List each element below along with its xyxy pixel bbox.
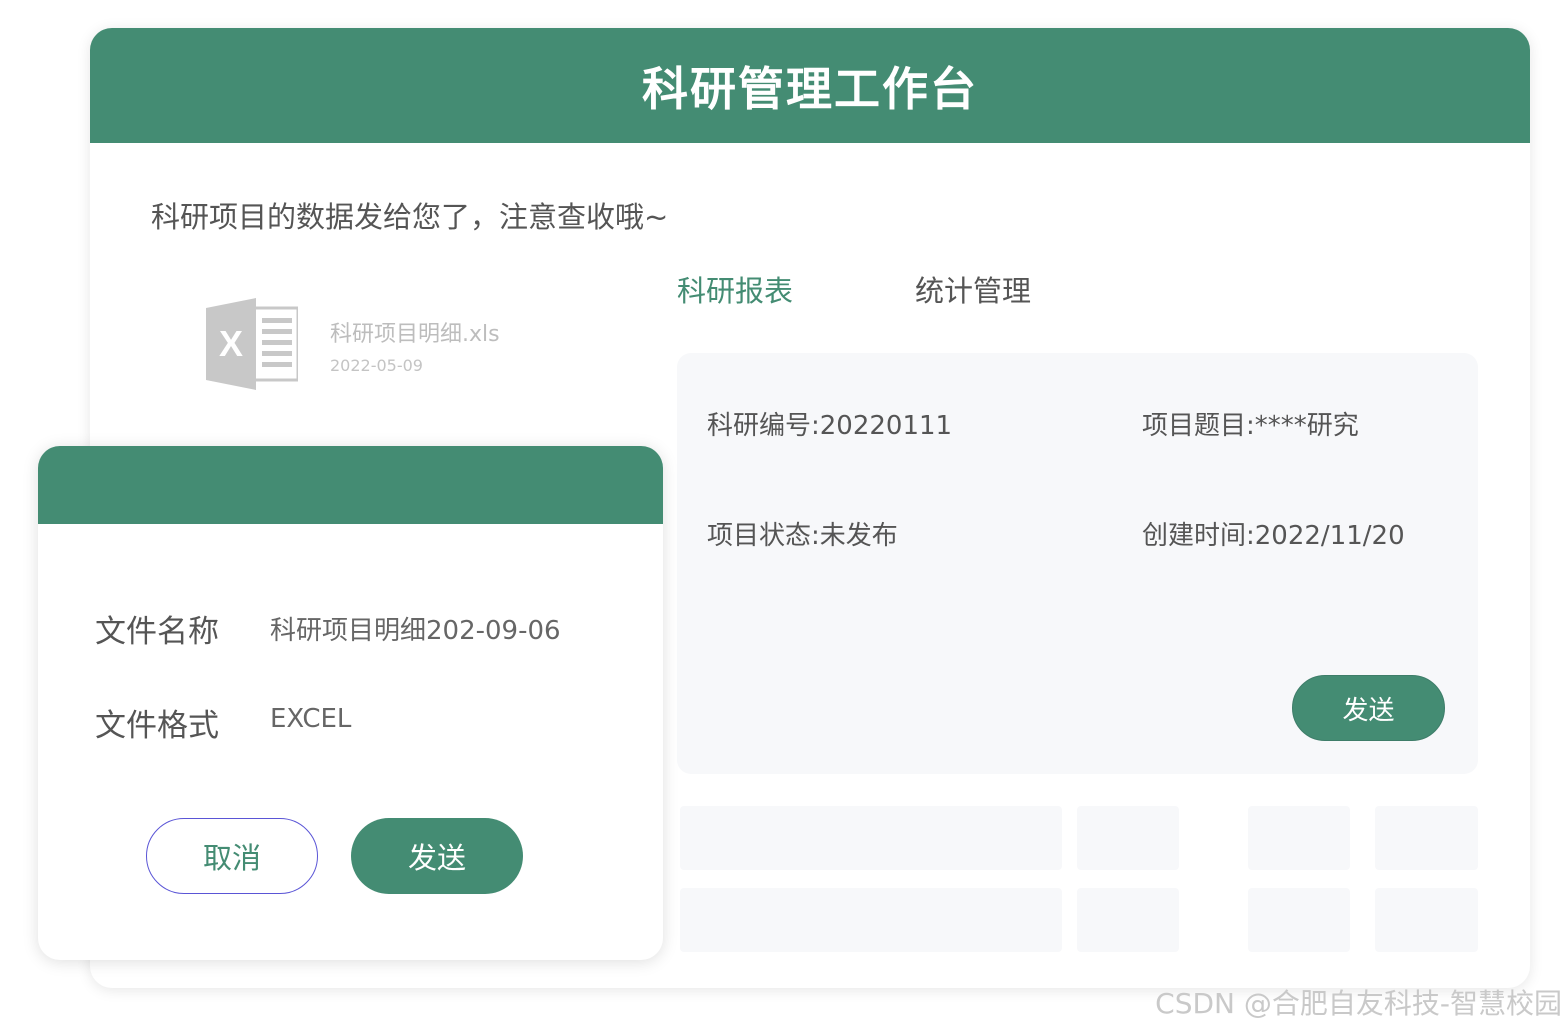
placeholder-cell	[1375, 888, 1478, 952]
tab-statistics-management[interactable]: 统计管理	[915, 268, 1031, 310]
workbench-header: 科研管理工作台	[90, 28, 1530, 143]
tab-research-reports[interactable]: 科研报表	[677, 268, 793, 310]
placeholder-cell	[1248, 806, 1350, 870]
excel-file-icon[interactable]: X	[206, 298, 298, 390]
placeholder-cell	[1375, 806, 1478, 870]
workbench-title: 科研管理工作台	[642, 61, 978, 116]
placeholder-cell	[1077, 806, 1179, 870]
placeholder-cell	[680, 806, 1062, 870]
send-file-dialog: 文件名称 科研项目明细202-09-06 文件格式 EXCEL 取消 发送	[38, 446, 663, 960]
svg-text:X: X	[219, 323, 243, 364]
file-format-value: EXCEL	[270, 704, 352, 734]
dialog-header	[38, 446, 663, 524]
canvas: 科研管理工作台 科研项目的数据发给您了，注意查收哦~ X 科研项目明细.xls …	[0, 0, 1568, 1032]
created-time: 创建时间:2022/11/20	[1142, 521, 1405, 551]
project-topic: 项目题目:****研究	[1142, 411, 1359, 441]
panel-send-button[interactable]: 发送	[1292, 675, 1445, 741]
project-status: 项目状态:未发布	[707, 521, 898, 551]
notification-message: 科研项目的数据发给您了，注意查收哦~	[151, 200, 669, 234]
file-name-value: 科研项目明细202-09-06	[270, 616, 561, 646]
attachment-file-name[interactable]: 科研项目明细.xls	[330, 316, 500, 348]
placeholder-cell	[1248, 888, 1350, 952]
cancel-button[interactable]: 取消	[146, 818, 318, 894]
attachment-date: 2022-05-09	[330, 356, 423, 375]
research-id: 科研编号:20220111	[707, 411, 953, 441]
placeholder-cell	[680, 888, 1062, 952]
placeholder-cell	[1077, 888, 1179, 952]
file-name-label: 文件名称	[95, 614, 219, 650]
project-info-panel: 科研编号:20220111 项目题目:****研究 项目状态:未发布 创建时间:…	[677, 353, 1478, 774]
file-format-label: 文件格式	[95, 708, 219, 744]
watermark: CSDN @合肥自友科技-智慧校园	[1155, 987, 1562, 1020]
send-button[interactable]: 发送	[351, 818, 523, 894]
